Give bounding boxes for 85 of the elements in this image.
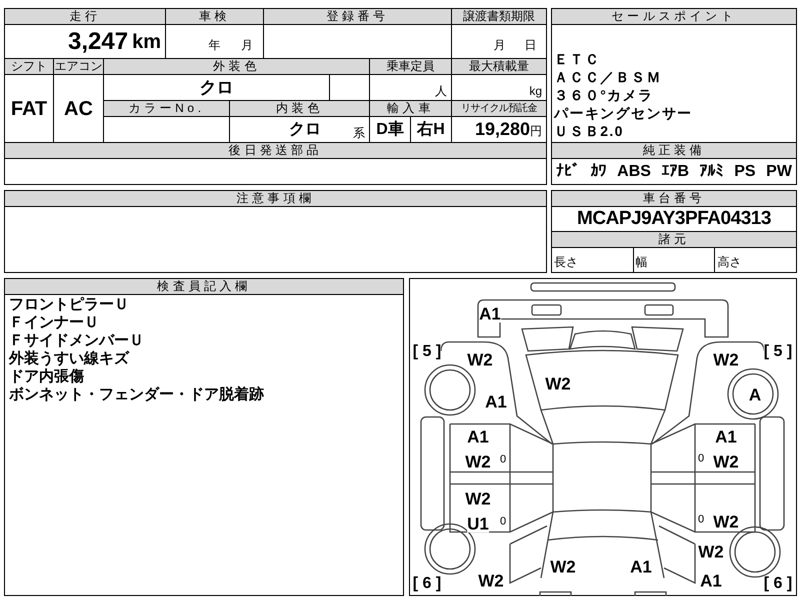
- damage-code: W2: [713, 352, 739, 368]
- column-header: カラーNo.: [104, 101, 229, 116]
- tick-label: 0: [698, 454, 704, 464]
- import-value: 右H: [417, 120, 445, 140]
- inspector-note: ＦサイドメンバーＵ: [9, 332, 145, 350]
- import-value: D車: [376, 120, 404, 140]
- panel-count: [ 6 ]: [412, 576, 442, 592]
- equipment-item: ﾅﾋﾞ: [556, 162, 580, 182]
- panel-count: [ 5 ]: [412, 344, 442, 360]
- damage-code: W2: [713, 454, 739, 470]
- equipment-item: PS: [734, 162, 756, 182]
- sales-point: ＥＴＣ: [554, 50, 602, 68]
- spec-label: 長さ: [554, 254, 578, 271]
- shift-value: FAT: [10, 96, 48, 122]
- equipment-item: ｴｱB: [662, 162, 690, 182]
- inspector-note: ＦインナーＵ: [9, 314, 100, 332]
- column-header: 最大積載量: [452, 59, 546, 74]
- damage-code: W2: [465, 490, 491, 508]
- sales-point: ＵＳＢ2.0: [554, 122, 625, 140]
- equipment-item: ｱﾙﾐ: [700, 162, 724, 182]
- damage-code: W2: [467, 352, 493, 368]
- unit-label: km: [132, 30, 161, 54]
- color-value: クロ: [200, 76, 234, 99]
- aircon-value: AC: [64, 96, 93, 122]
- damage-code: W2: [713, 514, 739, 530]
- mileage-value: 3,247: [68, 26, 128, 56]
- column-header: 登録番号: [264, 9, 451, 24]
- column-header: シフト: [5, 59, 53, 74]
- unit-label: 円: [530, 123, 542, 140]
- damage-code: A1: [630, 558, 652, 576]
- damage-code: A1: [700, 572, 722, 590]
- recycle-fee: 19,280: [474, 118, 530, 141]
- unit-label: 年: [208, 37, 220, 54]
- damage-code: W2: [478, 572, 504, 590]
- inspector-note: ドア内張傷: [9, 368, 85, 386]
- column-header: 内装色: [230, 101, 369, 116]
- panel-count: [ 6 ]: [764, 576, 792, 592]
- inspector-note: 外装うすい線キズ: [9, 350, 130, 368]
- damage-code: W2: [550, 558, 576, 576]
- column-header: 譲渡書類期限: [452, 9, 546, 24]
- unit-label: 月: [494, 37, 506, 54]
- unit-label: kg: [529, 83, 542, 100]
- column-header: リサイクル預託金: [452, 101, 546, 116]
- column-header: セールスポイント: [552, 9, 796, 24]
- equipment-item: PW: [766, 162, 792, 182]
- column-header: 車台番号: [552, 191, 796, 206]
- spec-label: 幅: [636, 254, 648, 271]
- column-header: 注意事項欄: [5, 191, 546, 206]
- sales-point: ＡＣＣ／ＢＳＭ: [554, 68, 663, 86]
- sales-point: パーキングセンサー: [554, 104, 694, 122]
- damage-code: W2: [698, 544, 724, 560]
- column-header: 車検: [166, 9, 263, 24]
- unit-label: 系: [353, 125, 365, 142]
- damage-code: W2: [465, 454, 491, 470]
- column-header: 後日発送部品: [5, 143, 546, 158]
- damage-code: A1: [479, 306, 501, 322]
- tick-label: 0: [500, 516, 506, 528]
- damage-code: A: [748, 386, 762, 404]
- column-header: 検査員記入欄: [5, 279, 403, 294]
- damage-code: A1: [715, 428, 737, 446]
- chassis-number: MCAPJ9AY3PFA04313: [576, 206, 771, 231]
- column-header: 輸入車: [370, 101, 451, 116]
- tick-label: 0: [698, 514, 704, 526]
- equipment-item: ABS: [617, 162, 651, 182]
- damage-code: A1: [467, 428, 489, 446]
- unit-label: 人: [435, 83, 447, 100]
- column-header: 外装色: [104, 59, 369, 74]
- column-header: 走行: [5, 9, 165, 24]
- panel-count: [ 5 ]: [764, 344, 792, 360]
- equipment-item: ｶﾜ: [590, 162, 607, 182]
- column-header: エアコン: [54, 59, 103, 74]
- column-header: 純正装備: [552, 143, 796, 158]
- column-header: 乗車定員: [370, 59, 451, 74]
- inspector-note: フロントピラーＵ: [9, 296, 130, 314]
- inspector-note: ボンネット・フェンダー・ドア脱着跡: [9, 386, 265, 404]
- damage-code: A1: [485, 394, 507, 410]
- damage-code: W2: [545, 376, 571, 392]
- sales-point: ３６０°カメラ: [554, 86, 654, 104]
- spec-label: 高さ: [717, 254, 742, 271]
- damage-code: U1: [467, 516, 489, 532]
- unit-label: 日: [524, 37, 536, 54]
- tick-label: 0: [500, 454, 506, 466]
- unit-label: 月: [240, 37, 253, 54]
- column-header: 諸元: [552, 232, 796, 247]
- color-value: クロ: [289, 120, 321, 140]
